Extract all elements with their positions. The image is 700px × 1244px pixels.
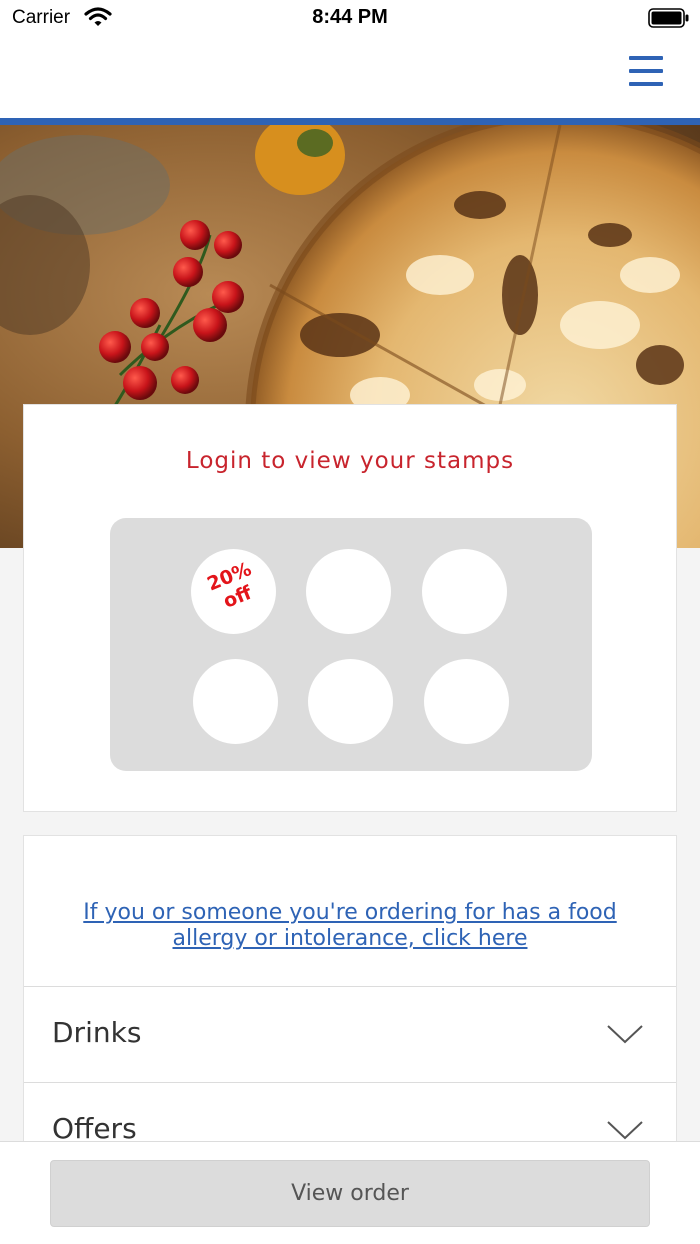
stamp-reward-label: 20% off [186,551,281,624]
bottom-action-bar: View order [0,1141,700,1244]
battery-icon [648,8,690,32]
stamp-slot-4 [193,659,278,744]
stamp-slot-1: 20% off [191,549,276,634]
stamp-slot-2 [306,549,391,634]
stamp-board: 20% off [110,518,592,771]
hamburger-menu-icon[interactable] [627,54,667,92]
allergy-info-link[interactable]: If you or someone you're ordering for ha… [44,900,656,952]
menu-category-drinks[interactable]: Drinks [24,986,676,1082]
stamp-card-title[interactable]: Login to view your stamps [24,448,676,474]
menu-category-label: Drinks [52,1016,142,1049]
view-order-button[interactable]: View order [50,1160,650,1227]
stamp-slot-3 [422,549,507,634]
status-bar: Carrier 8:44 PM [0,0,700,38]
app-header [0,38,700,118]
stamp-card: Login to view your stamps 20% off [23,404,677,812]
status-time: 8:44 PM [312,6,388,28]
chevron-down-icon [606,1023,644,1049]
stamp-slot-6 [424,659,509,744]
header-divider [0,118,700,125]
stamp-slot-5 [308,659,393,744]
